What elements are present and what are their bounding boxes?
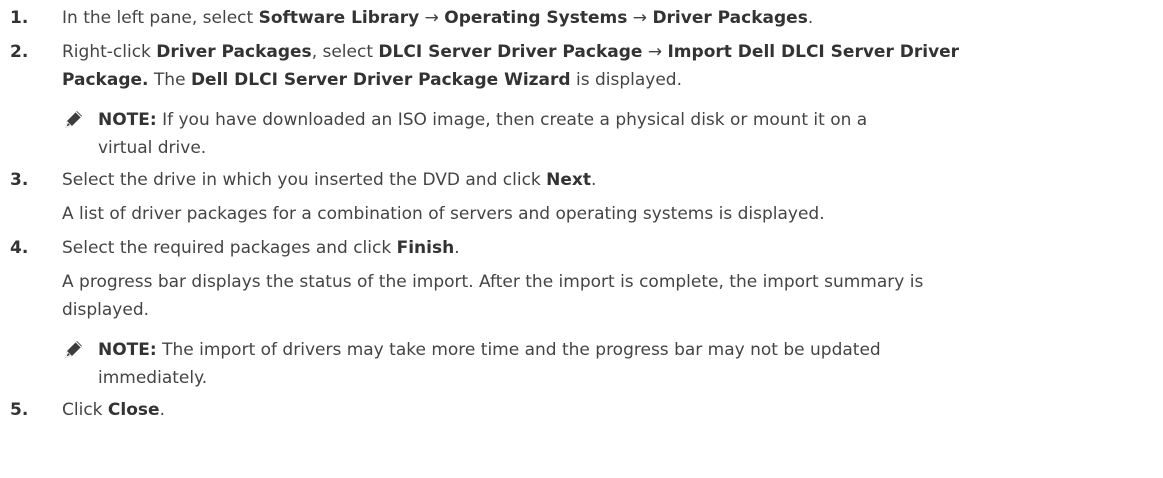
- step-1: 1. In the left pane, select Software Lib…: [10, 4, 1153, 32]
- pencil-note-icon: [62, 336, 98, 364]
- menu-path-item: Software Library: [258, 8, 420, 28]
- note-text: NOTE: The import of drivers may take mor…: [98, 340, 881, 388]
- step-number: 4.: [10, 238, 29, 258]
- menu-path-item: Driver Packages: [652, 8, 808, 28]
- note-callout: NOTE: The import of drivers may take mor…: [62, 336, 1153, 392]
- step-2: 2. Right-click Driver Packages, select D…: [10, 38, 1153, 166]
- step-number: 1.: [10, 8, 29, 28]
- step-body: Select the drive in which you inserted t…: [62, 166, 1153, 228]
- pencil-note-icon: [62, 106, 98, 134]
- step-number: 5.: [10, 400, 29, 420]
- menu-path-item: Driver Packages: [156, 42, 312, 62]
- step-4: 4. Select the required packages and clic…: [10, 234, 1153, 396]
- step-result-cont: displayed.: [62, 300, 150, 320]
- menu-path-item: Package.: [62, 70, 149, 90]
- note-callout: NOTE: If you have downloaded an ISO imag…: [62, 106, 1153, 162]
- step-instruction-cont: Package. The Dell DLCI Server Driver Pac…: [62, 70, 682, 90]
- button-name: Next: [546, 170, 592, 190]
- step-body: Right-click Driver Packages, select DLCI…: [62, 38, 1153, 166]
- step-number: 3.: [10, 170, 29, 190]
- step-body: In the left pane, select Software Librar…: [62, 4, 1153, 32]
- note-label: NOTE:: [98, 340, 157, 360]
- step-3: 3. Select the drive in which you inserte…: [10, 166, 1153, 228]
- step-instruction: Click Close.: [62, 400, 165, 420]
- menu-path-item: Operating Systems: [444, 8, 628, 28]
- button-name: Close: [107, 400, 160, 420]
- note-text: NOTE: If you have downloaded an ISO imag…: [98, 110, 868, 158]
- step-number: 2.: [10, 42, 29, 62]
- step-result: A list of driver packages for a combinat…: [62, 204, 825, 224]
- wizard-name: Dell DLCI Server Driver Package Wizard: [190, 70, 571, 90]
- step-result: A progress bar displays the status of th…: [62, 272, 924, 292]
- note-label: NOTE:: [98, 110, 157, 130]
- menu-path-item: DLCI Server Driver Package: [378, 42, 643, 62]
- step-instruction: Select the drive in which you inserted t…: [62, 170, 597, 190]
- step-instruction: In the left pane, select Software Librar…: [62, 8, 814, 28]
- step-instruction: Right-click Driver Packages, select DLCI…: [62, 42, 960, 62]
- step-body: Click Close.: [62, 396, 1153, 424]
- step-body: Select the required packages and click F…: [62, 234, 1153, 396]
- step-5: 5. Click Close.: [10, 396, 1153, 424]
- menu-path-item: Import Dell DLCI Server Driver: [667, 42, 960, 62]
- procedure-document: 1. In the left pane, select Software Lib…: [0, 0, 1163, 478]
- step-instruction: Select the required packages and click F…: [62, 238, 460, 258]
- button-name: Finish: [396, 238, 455, 258]
